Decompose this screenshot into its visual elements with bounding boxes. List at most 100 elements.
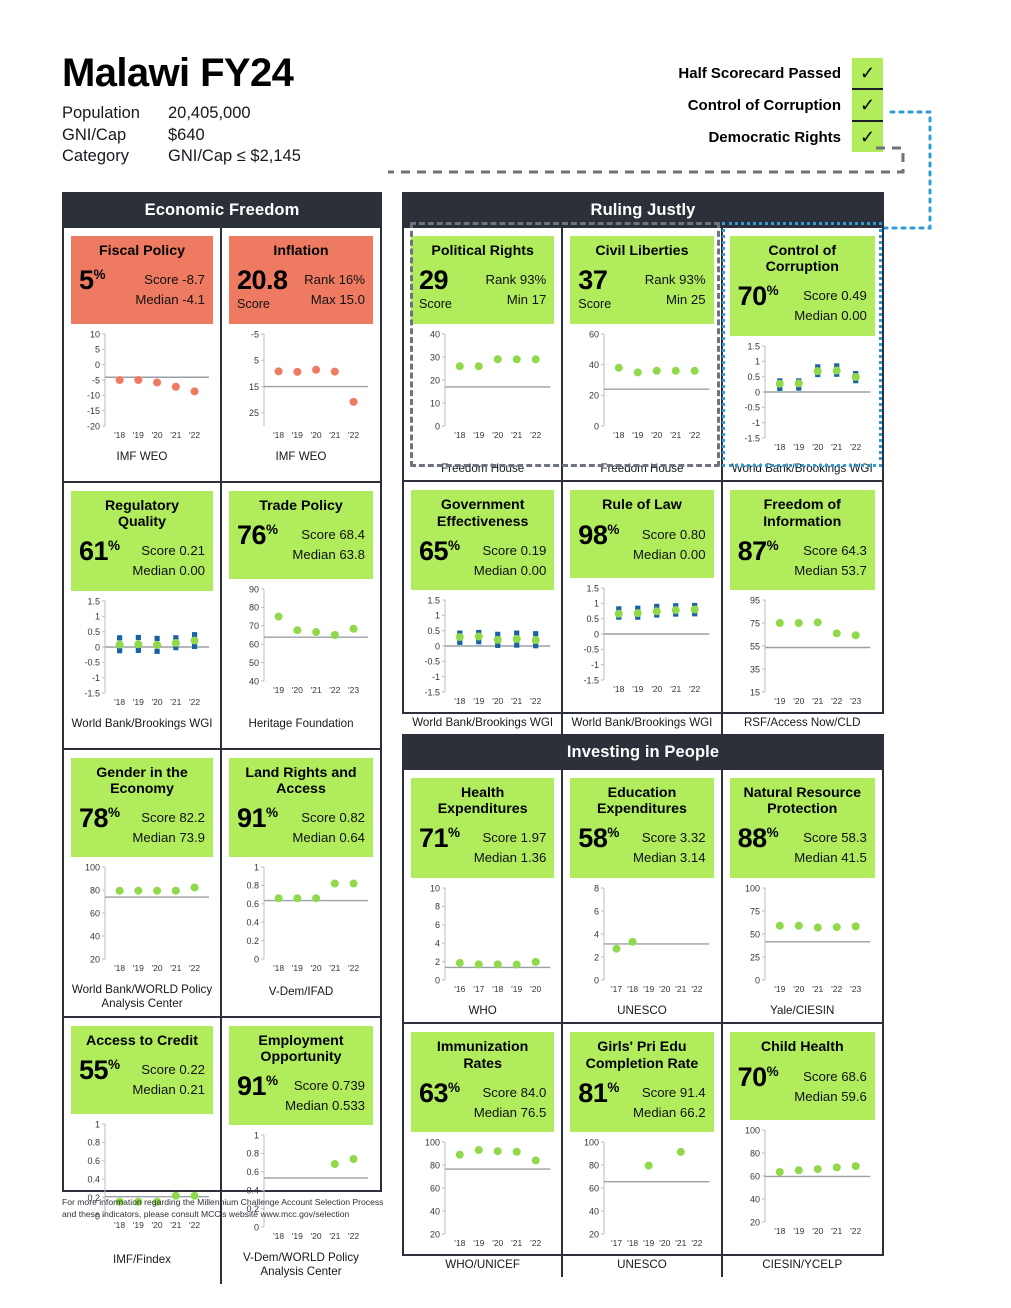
svg-text:'19: '19 <box>133 963 144 973</box>
indicator-card[interactable]: Inflation 20.8 Score Rank 16% Max 15.0 -5 5 15 2… <box>222 228 380 483</box>
indicator-big-number: 55% <box>79 1055 120 1085</box>
indicator-card[interactable]: Trade Policy 76% Score 68.4 Median 63.8 90 80… <box>222 483 380 750</box>
indicator-chart-wrapper: -5 5 15 25 '18 '19 '20 '21 '22 <box>229 324 373 448</box>
confidence-interval-marker <box>135 647 141 653</box>
svg-text:0: 0 <box>95 360 100 370</box>
confidence-interval-marker <box>514 642 520 648</box>
indicator-name: Employment Opportunity <box>258 1032 344 1065</box>
svg-text:'19: '19 <box>774 984 785 994</box>
indicator-card[interactable]: Political Rights 29 Score Rank 93% Min 17 40 3… <box>404 228 564 483</box>
svg-text:6: 6 <box>435 920 440 930</box>
data-point <box>330 367 339 376</box>
svg-text:-10: -10 <box>87 391 100 401</box>
confidence-interval-marker <box>135 634 141 640</box>
indicator-card[interactable]: Girls' Pri Edu Completion Rate 81% Score 9… <box>563 1024 723 1277</box>
svg-text:'20: '20 <box>793 696 804 706</box>
svg-text:'20: '20 <box>492 1238 503 1248</box>
indicator-stat-line: Median 0.00 <box>473 562 547 578</box>
indicator-card[interactable]: Child Health 70% Score 68.6 Median 59.6 100 8… <box>723 1024 882 1276</box>
indicator-primary-value: 81% <box>578 1074 619 1107</box>
indicator-card[interactable]: Control of Corruption 70% Score 0.49 Median… <box>722 228 882 483</box>
indicator-big-number: 37 <box>578 265 608 296</box>
indicator-big-number: 71% <box>419 823 460 854</box>
indicator-chart-wrapper: 100 80 60 40 20 '17 '18 '19 '20 '21 '22 <box>570 1132 713 1256</box>
data-point <box>628 937 637 946</box>
indicator-card[interactable]: Regulatory Quality 61% Score 0.21 Median 0.… <box>64 483 222 750</box>
indicator-name: Regulatory Quality <box>104 498 180 531</box>
indicator-card-header: Education Expenditures 58% Score 3.32 Media… <box>570 778 714 878</box>
svg-text:'19: '19 <box>643 1238 654 1248</box>
indicator-card[interactable]: Freedom of Information 87% Score 64.3 Media… <box>723 482 882 734</box>
meta-row-population: Population 20,405,000 <box>62 103 301 125</box>
data-point <box>190 636 199 645</box>
pass-row-control-of-corruption: Control of Corruption ✓ <box>678 90 883 120</box>
indicator-big-number: 88% <box>737 823 779 854</box>
indicator-stat-line: Median 41.5 <box>794 850 867 866</box>
indicator-card[interactable]: Education Expenditures 58% Score 3.32 Media… <box>563 770 723 1025</box>
svg-text:80: 80 <box>589 1160 599 1170</box>
indicator-card-header: Employment Opportunity 91% Score 0.739 Medi… <box>229 1025 373 1126</box>
svg-text:60: 60 <box>589 1183 599 1193</box>
data-point <box>171 382 180 391</box>
indicator-secondary-values: Score 0.82 Median 0.64 <box>292 799 365 848</box>
svg-text:80: 80 <box>430 1160 440 1170</box>
indicator-stats: 78% Score 82.2 Median 73.9 <box>79 799 205 848</box>
data-point <box>455 958 464 967</box>
indicator-trend-chart: 10 8 6 4 2 0 '16 '17 '18 '19 '20 <box>430 883 551 993</box>
svg-text:2: 2 <box>594 952 599 962</box>
indicator-card[interactable]: Government Effectiveness 65% Score 0.19 Med… <box>404 482 564 735</box>
svg-text:'18: '18 <box>114 963 125 973</box>
svg-text:-1: -1 <box>591 660 599 670</box>
indicator-trend-chart: 100 80 60 40 20 '18 '19 '20 '21 '22 <box>425 1137 551 1248</box>
meta-label: Category <box>62 147 129 165</box>
percent-sign: % <box>766 1063 779 1079</box>
indicator-card[interactable]: Natural Resource Protection 88% Score 58.3… <box>722 770 882 1025</box>
indicator-chart-wrapper: 90 80 70 60 50 40 '19 '20 '21 '22 '23 <box>229 579 373 715</box>
pass-indicator-panel: Half Scorecard Passed ✓ Control of Corru… <box>678 58 883 152</box>
data-point <box>330 631 339 639</box>
indicator-secondary-values: Rank 93% Min 17 <box>485 261 546 310</box>
indicator-primary-value: 87% <box>738 532 779 565</box>
meta-row-category: Category GNI/Cap ≤ $2,145 <box>62 146 301 168</box>
indicator-card[interactable]: Fiscal Policy 5% Score -8.7 Median -4.1 10 5 0… <box>64 228 222 483</box>
indicator-big-number: 87% <box>737 535 779 566</box>
svg-text:20: 20 <box>589 391 599 401</box>
indicator-card[interactable]: Access to Credit 55% Score 0.22 Median 0.21… <box>64 1017 222 1285</box>
svg-text:15: 15 <box>249 382 259 392</box>
indicator-primary-value: 91% <box>237 799 278 832</box>
indicator-card[interactable]: Health Expenditures 71% Score 1.97 Median 1… <box>404 770 564 1025</box>
percent-sign: % <box>108 1057 120 1072</box>
checkmark-icon: ✓ <box>852 90 883 120</box>
indicator-card[interactable]: Immunization Rates 63% Score 84.0 Median 76… <box>404 1024 564 1277</box>
svg-text:'18: '18 <box>273 1231 284 1241</box>
indicator-secondary-values: Score 0.22 Median 0.21 <box>132 1051 205 1100</box>
indicator-card[interactable]: Land Rights and Access 91% Score 0.82 Media… <box>222 750 380 1018</box>
indicator-card[interactable]: Employment Opportunity 91% Score 0.739 Medi… <box>222 1018 380 1284</box>
section-title: Investing in People <box>404 736 882 770</box>
indicator-stats: 87% Score 64.3 Median 53.7 <box>738 532 867 581</box>
data-point <box>813 366 822 375</box>
meta-value: GNI/Cap ≤ $2,145 <box>168 147 301 165</box>
indicator-card[interactable]: Civil Liberties 37 Score Rank 93% Min 25 60 40… <box>563 228 723 483</box>
indicator-secondary-values: Rank 93% Min 25 <box>645 261 706 310</box>
indicator-card-header: Natural Resource Protection 88% Score 58.3… <box>729 778 875 878</box>
svg-text:'21: '21 <box>170 697 181 707</box>
svg-text:'21: '21 <box>670 430 681 440</box>
svg-text:50: 50 <box>249 658 259 668</box>
indicator-chart-wrapper: 95 75 55 35 15 '19 '20 '21 '22 '23 <box>730 590 875 714</box>
checkmark-icon: ✓ <box>852 58 883 88</box>
indicator-stat-line: Score 91.4 <box>641 1084 706 1100</box>
svg-text:'22: '22 <box>689 430 700 440</box>
indicator-primary-value: 55% <box>79 1051 120 1084</box>
indicator-stat-line: Median 0.21 <box>132 1082 205 1098</box>
svg-text:'20: '20 <box>660 1238 671 1248</box>
percent-sign: % <box>448 825 460 841</box>
indicator-card[interactable]: Rule of Law 98% Score 0.80 Median 0.00 1.5 1 0… <box>563 482 723 735</box>
indicator-primary-value: 71% <box>419 819 460 852</box>
svg-text:40: 40 <box>589 360 599 370</box>
confidence-interval-marker <box>191 643 198 649</box>
data-point <box>615 610 624 619</box>
percent-sign: % <box>266 804 278 820</box>
indicator-big-number: 76% <box>237 520 278 551</box>
indicator-card[interactable]: Gender in the Economy 78% Score 82.2 Median… <box>64 749 222 1018</box>
